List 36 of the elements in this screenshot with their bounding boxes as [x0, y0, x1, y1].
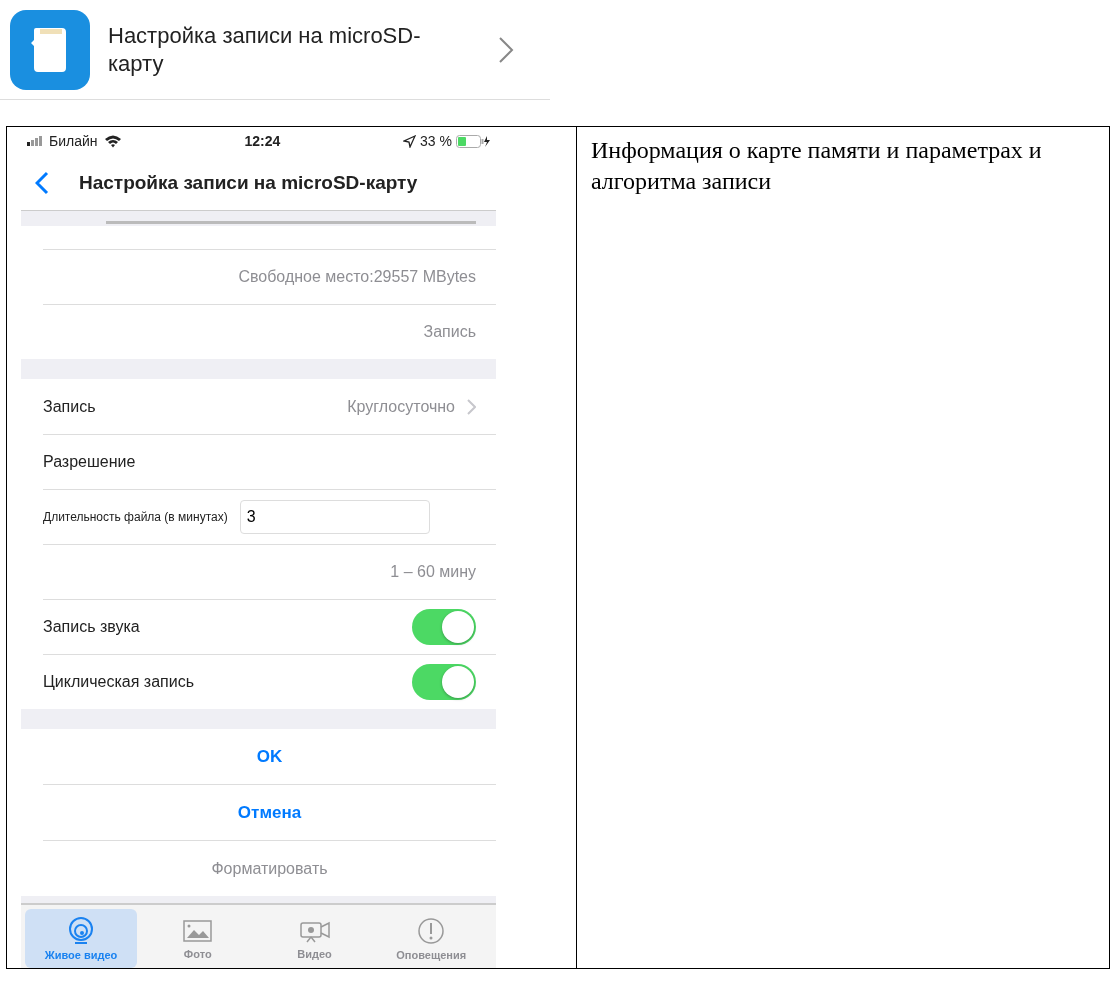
setting-label: Длительность файла (в минутах) [43, 510, 228, 524]
webcam-icon [67, 916, 95, 945]
action-button[interactable]: Форматировать [43, 840, 496, 896]
setting-value[interactable]: Круглосуточно [347, 397, 455, 416]
setting-label: Запись [43, 397, 96, 416]
toggle-switch[interactable] [412, 609, 476, 645]
battery-percent: 33 % [420, 133, 452, 149]
action-button[interactable]: Отмена [43, 784, 496, 840]
chevron-icon[interactable] [467, 398, 476, 415]
description-text: Информация о карте памяти и параметрах и алгоритма записи [591, 137, 1042, 194]
range-hint: 1 – 60 мину [390, 563, 476, 581]
tab-bar-item[interactable]: Фото [141, 909, 254, 968]
wifi-icon [103, 134, 122, 148]
tab-bar-item[interactable]: Оповещения [375, 909, 488, 968]
setting-label: Разрешение [43, 453, 136, 471]
tab-bar-item[interactable]: Живое видео [25, 909, 137, 968]
nav-title: Настройка записи на microSD-карту [79, 171, 418, 194]
status-time: 12:24 [243, 133, 282, 149]
setting-label: Циклическая запись [43, 673, 194, 691]
alert-icon [417, 916, 446, 945]
carrier-name: Билайн [49, 133, 98, 149]
chevron-icon[interactable] [498, 35, 514, 64]
duration-field[interactable]: 3 [239, 500, 430, 534]
battery-charging-icon [456, 134, 490, 148]
back-icon[interactable] [35, 170, 49, 195]
action-button[interactable]: OK [43, 729, 496, 784]
info-text: Свободное место:29557 MBytes [238, 268, 476, 286]
toggle-switch[interactable] [412, 664, 476, 700]
location-arrow-icon [403, 134, 417, 148]
image-icon [181, 917, 214, 944]
menu-item-label[interactable]: Настройка записи на microSD-карту [108, 21, 468, 78]
signal-icon [27, 136, 45, 146]
tab-bar-item[interactable]: Видео [258, 909, 371, 968]
sd-card-icon [10, 9, 90, 90]
info-text: Запись [423, 323, 476, 341]
setting-label: Запись звука [43, 618, 140, 636]
